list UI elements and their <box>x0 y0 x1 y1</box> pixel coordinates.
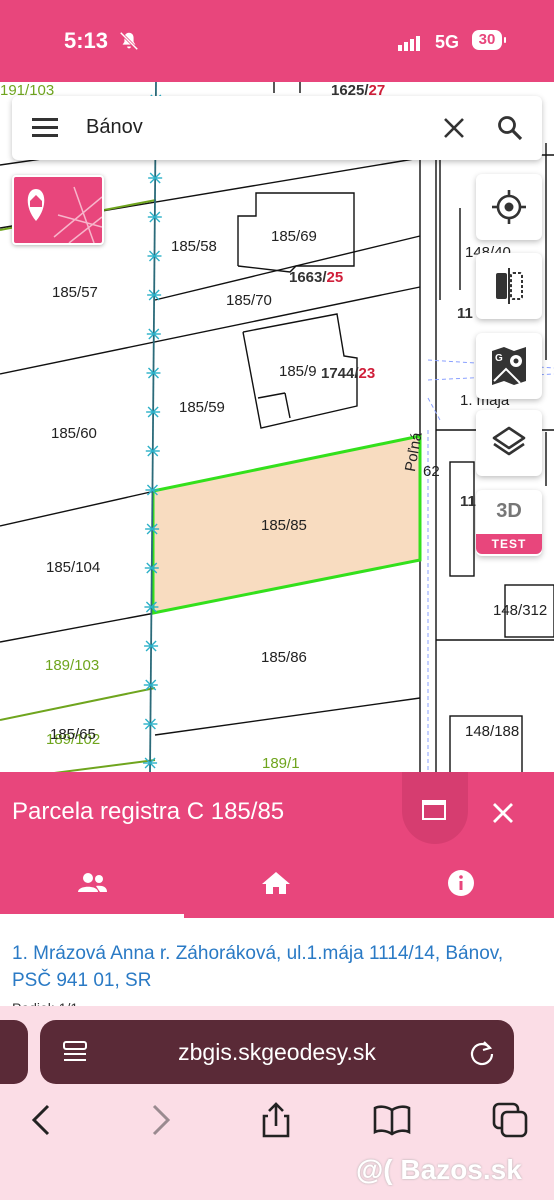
parcel-label: 185/65 <box>50 726 96 743</box>
owner-section: 1. Mrázová Anna r. Záhoráková, ul.1.mája… <box>0 918 554 1018</box>
parcel-label: 189/1 <box>262 755 300 772</box>
tabs-icon[interactable] <box>490 1100 530 1140</box>
panel-close-icon[interactable] <box>490 800 516 826</box>
search-input[interactable]: Bánov <box>86 116 143 139</box>
signal-icon <box>398 33 422 51</box>
compare-button[interactable] <box>476 253 542 319</box>
parcel-label: 62 <box>423 463 440 480</box>
parcel-label: 185/85 <box>261 517 307 534</box>
battery-icon: 30 <box>472 30 506 50</box>
maximize-button[interactable] <box>402 772 468 844</box>
parcel-label: 185/58 <box>171 238 217 255</box>
menu-icon[interactable] <box>32 118 58 138</box>
status-time: 5:13 <box>64 28 109 53</box>
parcel-label: 185/70 <box>226 292 272 309</box>
3d-view-button[interactable]: 3D TEST <box>476 490 542 556</box>
bell-muted-icon <box>119 31 139 51</box>
maximize-icon <box>422 800 446 820</box>
layers-button[interactable] <box>476 410 542 476</box>
tab-info[interactable] <box>368 846 552 918</box>
parcel-label: 11 <box>460 493 476 510</box>
address-bar[interactable]: zbgis.skgeodesy.sk <box>40 1020 514 1084</box>
parcel-label: 185/69 <box>271 228 317 245</box>
previous-tab-pill[interactable] <box>0 1020 28 1084</box>
reload-icon[interactable] <box>468 1038 496 1066</box>
parcel-label: 1663/25 <box>289 269 344 286</box>
bookmarks-icon[interactable] <box>372 1100 412 1140</box>
status-bar: 5:13 5G 30 <box>0 0 554 82</box>
parcel-label: 148/188 <box>465 723 520 740</box>
people-icon <box>78 873 107 892</box>
owner-link[interactable]: 1. Mrázová Anna r. Záhoráková, ul.1.mája… <box>12 940 542 994</box>
parcel-label: 185/104 <box>46 559 101 576</box>
parcel-label: 185/57 <box>52 284 98 301</box>
parcel-label: 148/312 <box>493 602 548 619</box>
parcel-label: 185/86 <box>261 649 307 666</box>
home-icon <box>262 872 290 894</box>
location-pin-icon <box>27 186 102 243</box>
google-map-icon: G <box>492 347 526 385</box>
parcel-label: 185/9 <box>279 363 317 380</box>
url-text: zbgis.skgeodesy.sk <box>178 1039 376 1065</box>
parcel-label: 185/59 <box>179 399 225 416</box>
layers-icon <box>492 426 526 456</box>
search-bar: Bánov <box>12 96 542 160</box>
panel-title: Parcela registra C 185/85 <box>12 798 285 825</box>
my-location-button[interactable] <box>476 174 542 240</box>
parcel-label: 1744/23 <box>321 365 376 382</box>
crosshair-icon <box>492 190 526 224</box>
test-badge: TEST <box>476 534 542 554</box>
network-type: 5G <box>435 32 460 52</box>
compare-icon <box>496 268 523 304</box>
3d-label: 3D <box>496 500 522 522</box>
parcel-label: 189/103 <box>45 657 100 674</box>
back-icon[interactable] <box>22 1100 62 1140</box>
tab-owners[interactable] <box>0 846 184 918</box>
street-view-button[interactable]: G <box>476 333 542 399</box>
svg-text:G: G <box>495 353 503 364</box>
close-icon[interactable] <box>442 116 466 140</box>
search-icon[interactable] <box>496 114 524 142</box>
watermark: @( Bazos.sk <box>356 1154 522 1185</box>
info-icon <box>448 870 474 896</box>
parcel-label: 11 <box>457 305 473 322</box>
basemap-thumbnail[interactable] <box>12 175 104 245</box>
forward-icon[interactable] <box>140 1100 180 1140</box>
browser-toolbar: zbgis.skgeodesy.sk @( Bazos.sk <box>0 1006 554 1200</box>
parcel-label: 185/60 <box>51 425 97 442</box>
tab-building[interactable] <box>184 846 368 918</box>
share-icon[interactable] <box>256 1100 296 1140</box>
